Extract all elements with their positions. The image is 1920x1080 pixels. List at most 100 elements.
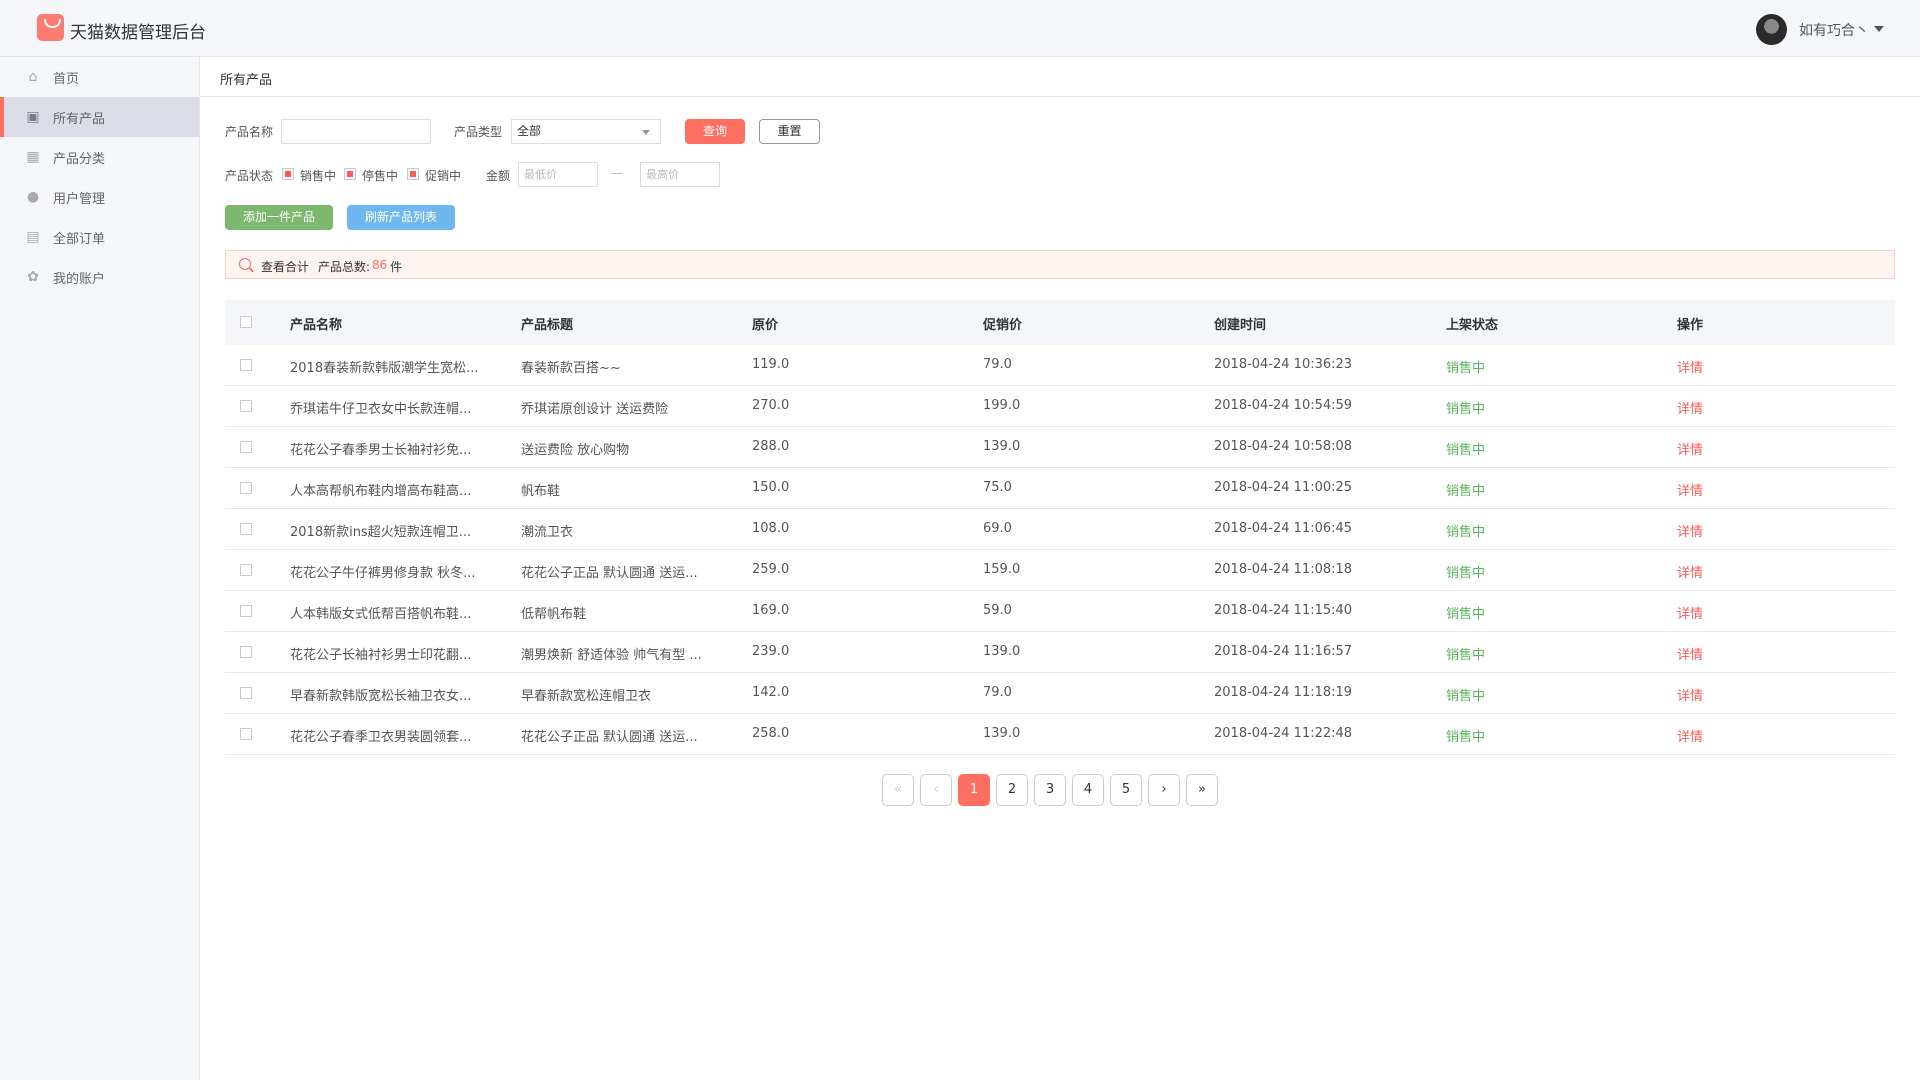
- select-all-checkbox[interactable]: [240, 316, 252, 328]
- amount-label: 金额: [486, 169, 511, 183]
- row-checkbox[interactable]: [240, 646, 252, 658]
- detail-link[interactable]: 详情: [1677, 439, 1703, 458]
- cell-promo-price: 79.0: [983, 685, 1012, 700]
- user-avatar[interactable]: [1756, 14, 1787, 45]
- detail-link[interactable]: 详情: [1677, 644, 1703, 663]
- top-header: 天猫数据管理后台 如有巧合丶: [0, 0, 1920, 57]
- user-name[interactable]: 如有巧合丶: [1799, 20, 1869, 40]
- table-row[interactable]: 人本韩版女式低帮百搭帆布鞋... 低帮帆布鞋 169.0 59.0 2018-0…: [225, 591, 1895, 632]
- gear-icon: ✿: [27, 269, 39, 285]
- table-row[interactable]: 2018新款ins超火短款连帽卫... 潮流卫衣 108.0 69.0 2018…: [225, 509, 1895, 550]
- status-stopped-checkbox[interactable]: [344, 168, 356, 180]
- row-checkbox[interactable]: [240, 482, 252, 494]
- status-badge: 销售中: [1446, 402, 1486, 417]
- page-4-button[interactable]: 4: [1072, 774, 1104, 806]
- table-row[interactable]: 2018春装新款韩版潮学生宽松... 春装新款百搭~~ 119.0 79.0 2…: [225, 345, 1895, 386]
- min-price-input[interactable]: 最低价: [518, 162, 598, 187]
- last-page-button[interactable]: »: [1186, 774, 1218, 806]
- cell-title: 早春新款宽松连帽卫衣: [521, 689, 652, 704]
- column-header-status[interactable]: 上架状态: [1446, 314, 1498, 333]
- cell-name: 人本高帮帆布鞋内增高布鞋高...: [290, 484, 472, 499]
- sidebar-item-orders[interactable]: ▤ 全部订单: [0, 217, 199, 257]
- detail-link[interactable]: 详情: [1677, 726, 1703, 745]
- sidebar-item-users[interactable]: ● 用户管理: [0, 177, 199, 217]
- range-separator: —: [611, 166, 623, 180]
- refresh-product-list-button[interactable]: 刷新产品列表: [347, 205, 455, 230]
- status-badge: 销售中: [1446, 484, 1486, 499]
- sidebar-item-account[interactable]: ✿ 我的账户: [0, 257, 199, 297]
- sidebar-item-label: 首页: [53, 71, 80, 87]
- table-row[interactable]: 花花公子长袖衬衫男士印花翻... 潮男焕新 舒适体验 帅气有型 ... 239.…: [225, 632, 1895, 673]
- search-icon: [239, 258, 251, 270]
- page-2-button[interactable]: 2: [996, 774, 1028, 806]
- table-row[interactable]: 乔琪诺牛仔卫衣女中长款连帽... 乔琪诺原创设计 送运费险 270.0 199.…: [225, 386, 1895, 427]
- detail-link[interactable]: 详情: [1677, 521, 1703, 540]
- status-onsale-checkbox[interactable]: [282, 168, 294, 180]
- sidebar-item-home[interactable]: ⌂ 首页: [0, 57, 199, 97]
- cell-price: 142.0: [752, 685, 790, 700]
- cell-name: 花花公子长袖衬衫男士印花翻...: [290, 648, 472, 663]
- row-checkbox[interactable]: [240, 564, 252, 576]
- status-promo-label: 促销中: [425, 169, 462, 183]
- query-button[interactable]: 查询: [685, 119, 745, 144]
- first-page-button[interactable]: «: [882, 774, 914, 806]
- detail-link[interactable]: 详情: [1677, 603, 1703, 622]
- sidebar-item-label: 产品分类: [53, 151, 106, 167]
- add-product-button[interactable]: 添加一件产品: [225, 205, 333, 230]
- sidebar-item-products[interactable]: ▣ 所有产品: [0, 97, 199, 137]
- product-name-input[interactable]: [281, 119, 431, 144]
- status-badge: 销售中: [1446, 607, 1486, 622]
- page-5-button[interactable]: 5: [1110, 774, 1142, 806]
- page-1-button[interactable]: 1: [958, 774, 990, 806]
- detail-link[interactable]: 详情: [1677, 398, 1703, 417]
- row-checkbox[interactable]: [240, 441, 252, 453]
- user-icon: ●: [26, 189, 40, 205]
- row-checkbox[interactable]: [240, 400, 252, 412]
- table-row[interactable]: 花花公子春季卫衣男装圆领套... 花花公子正品 默认圆通 送运... 258.0…: [225, 714, 1895, 755]
- row-checkbox[interactable]: [240, 359, 252, 371]
- detail-link[interactable]: 详情: [1677, 685, 1703, 704]
- cell-created: 2018-04-24 10:54:59: [1214, 398, 1353, 413]
- page-3-button[interactable]: 3: [1034, 774, 1066, 806]
- cell-title: 潮男焕新 舒适体验 帅气有型 ...: [521, 648, 702, 663]
- cell-price: 259.0: [752, 562, 790, 577]
- table-row[interactable]: 早春新款韩版宽松长袖卫衣女... 早春新款宽松连帽卫衣 142.0 79.0 2…: [225, 673, 1895, 714]
- cell-created: 2018-04-24 11:18:19: [1214, 685, 1353, 700]
- column-header-created[interactable]: 创建时间: [1214, 314, 1266, 333]
- product-type-select[interactable]: 全部: [511, 119, 661, 144]
- row-checkbox[interactable]: [240, 605, 252, 617]
- row-checkbox[interactable]: [240, 687, 252, 699]
- cell-price: 150.0: [752, 480, 790, 495]
- table-row[interactable]: 花花公子牛仔裤男修身款 秋冬... 花花公子正品 默认圆通 送运... 259.…: [225, 550, 1895, 591]
- max-price-input[interactable]: 最高价: [640, 162, 720, 187]
- cell-promo-price: 75.0: [983, 480, 1012, 495]
- row-checkbox[interactable]: [240, 523, 252, 535]
- prev-page-button[interactable]: ‹: [920, 774, 952, 806]
- column-header-promo-price[interactable]: 促销价: [983, 314, 1022, 333]
- row-checkbox[interactable]: [240, 728, 252, 740]
- column-header-name[interactable]: 产品名称: [290, 314, 342, 333]
- cell-created: 2018-04-24 11:22:48: [1214, 726, 1353, 741]
- cell-price: 169.0: [752, 603, 790, 618]
- order-icon: ▤: [26, 229, 40, 245]
- next-page-button[interactable]: ›: [1148, 774, 1180, 806]
- category-icon: ▦: [26, 149, 40, 165]
- cell-title: 花花公子正品 默认圆通 送运...: [521, 730, 698, 745]
- detail-link[interactable]: 详情: [1677, 562, 1703, 581]
- chevron-down-icon[interactable]: [1874, 26, 1884, 32]
- total-products-count: 86: [372, 258, 388, 272]
- column-header-action: 操作: [1677, 318, 1704, 333]
- product-type-label: 产品类型: [454, 125, 503, 139]
- sidebar-item-categories[interactable]: ▦ 产品分类: [0, 137, 199, 177]
- cell-promo-price: 199.0: [983, 398, 1021, 413]
- column-header-title[interactable]: 产品标题: [521, 314, 573, 333]
- status-promo-checkbox[interactable]: [407, 168, 419, 180]
- reset-button[interactable]: 重置: [759, 119, 820, 144]
- cell-title: 潮流卫衣: [521, 525, 574, 540]
- column-header-price[interactable]: 原价: [752, 314, 778, 333]
- cell-name: 人本韩版女式低帮百搭帆布鞋...: [290, 607, 472, 622]
- detail-link[interactable]: 详情: [1677, 480, 1703, 499]
- table-row[interactable]: 人本高帮帆布鞋内增高布鞋高... 帆布鞋 150.0 75.0 2018-04-…: [225, 468, 1895, 509]
- table-row[interactable]: 花花公子春季男士长袖衬衫免... 送运费险 放心购物 288.0 139.0 2…: [225, 427, 1895, 468]
- detail-link[interactable]: 详情: [1677, 357, 1703, 376]
